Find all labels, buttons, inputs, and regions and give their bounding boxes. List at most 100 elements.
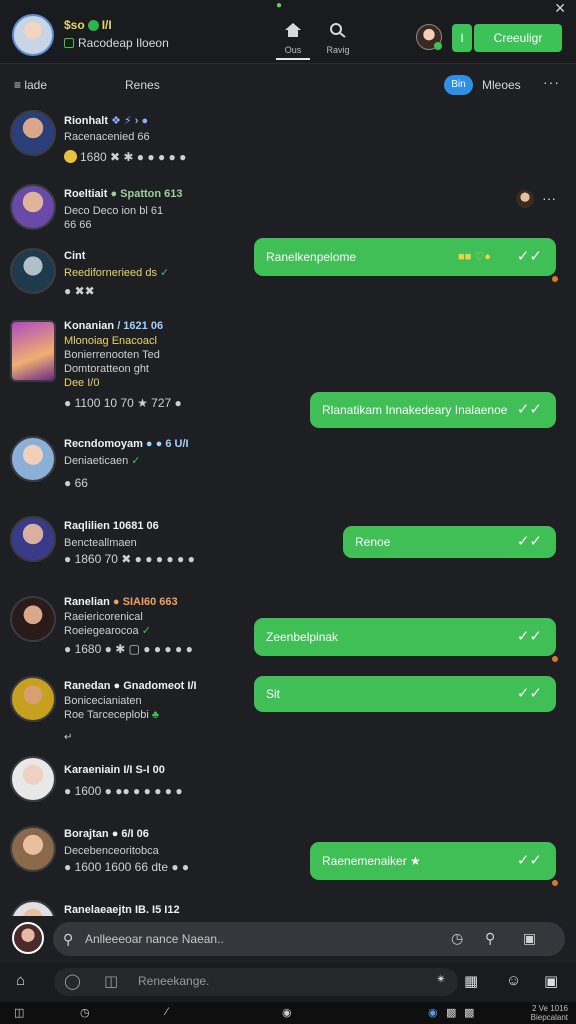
more-options-icon[interactable]: ··· <box>543 74 560 90</box>
app-icon[interactable]: ▩ <box>464 1006 474 1019</box>
avatar[interactable] <box>10 184 56 230</box>
profile-avatar[interactable] <box>12 14 54 56</box>
message-status-dot <box>552 880 558 886</box>
message-preview: Domtoratteon ght <box>64 363 149 375</box>
gif-icon[interactable]: ◫ <box>104 972 118 990</box>
globe-icon[interactable]: ◉ <box>428 1006 438 1019</box>
message-text: Ranelkenpelome <box>266 250 357 264</box>
search-placeholder: Anlleeeoar nance Naean.. <box>85 932 224 946</box>
reactions-row[interactable]: ● 1860 70 ✖ ● ● ● ● ● ● <box>64 552 195 566</box>
reactions-row[interactable]: ↵ <box>64 732 72 743</box>
reactions-row[interactable]: ● 1600 ● ●● ● ● ● ● ● <box>64 784 183 798</box>
search-icon: ⚲ <box>63 931 74 947</box>
list-item[interactable]: Recndomoyam ● ● 6 U/I Deniaeticaen ✓ ● 6… <box>0 436 576 506</box>
create-button[interactable]: Creeuligr <box>474 24 562 52</box>
list-item[interactable]: Ranelaeaejtn IB. I5 I12 <box>0 900 576 916</box>
small-action-button[interactable]: I <box>452 24 472 52</box>
search-input[interactable]: ⚲ Anlleeeoar nance Naean.. ◷ ⚲ ▣ <box>53 922 565 956</box>
outgoing-message[interactable]: Rlanatikam Innakedeary Inalaenoe ✓✓ <box>310 392 556 428</box>
message-status-dot <box>552 656 558 662</box>
filter-pill[interactable]: Bin <box>444 75 473 95</box>
close-icon[interactable]: ✕ <box>554 0 566 17</box>
reactions-text: 1680 ✖ ✱ ● ● ● ● ● <box>80 150 187 164</box>
reactions-row[interactable]: ● ✖✖ <box>64 284 95 298</box>
avatar[interactable] <box>10 248 56 294</box>
sender-name: Roeltiait ● Spatton 613 <box>64 188 183 200</box>
outgoing-message[interactable]: Ranelkenpelome ■■ ♡● ✓✓ <box>254 238 558 282</box>
clock-icon[interactable]: ◷ <box>451 930 463 947</box>
message-preview: Reedifornerieed ds ✓ <box>64 267 170 279</box>
outgoing-message[interactable]: Zeenbelpinak ✓✓ <box>254 618 558 662</box>
outgoing-message[interactable]: Sit ✓✓ <box>254 676 556 712</box>
profile-status: Racodeap Iloeon <box>64 36 169 50</box>
message-preview: Roe Tarceceplobi ♣ <box>64 709 160 721</box>
tab-home[interactable]: Ous <box>276 22 310 60</box>
camera-icon[interactable]: ▣ <box>544 972 558 990</box>
search-icon <box>330 23 346 38</box>
avatar[interactable] <box>10 110 56 156</box>
tab-search[interactable]: Ravig <box>322 22 354 60</box>
pen-icon[interactable]: ⁄ <box>166 1006 168 1018</box>
outgoing-message[interactable]: Raenemenaiker ★ ✓✓ <box>310 842 558 886</box>
tab-home-label: Ous <box>284 45 302 55</box>
sender-name: Raqlilien 10681 06 <box>64 520 159 532</box>
tab-search-label: Ravig <box>326 45 350 55</box>
sender-name: Ranelian ● SIAI60 663 <box>64 596 178 608</box>
window-icon[interactable]: ◫ <box>14 1006 24 1019</box>
filter-option[interactable]: Mleoes <box>482 78 521 92</box>
avatar[interactable] <box>10 436 56 482</box>
contact-avatar[interactable] <box>516 190 534 208</box>
avatar[interactable] <box>10 900 56 916</box>
list-item[interactable]: Rionhalt ❖ ⚡ › ● Racenacenied 66 1680 ✖ … <box>0 110 576 180</box>
message-feed[interactable]: Rionhalt ❖ ⚡ › ● Racenacenied 66 1680 ✖ … <box>0 104 576 916</box>
online-indicator <box>434 42 442 50</box>
reactions-row[interactable]: ● 1680 ● ✱ ▢ ● ● ● ● ● <box>64 642 193 656</box>
zoom-icon[interactable]: ⚲ <box>485 930 495 947</box>
sender-name: Recndomoyam ● ● 6 U/I <box>64 438 189 450</box>
record-icon[interactable]: ◉ <box>282 1006 292 1019</box>
message-preview: Racenacenied 66 <box>64 131 150 143</box>
more-options-icon[interactable]: ··· <box>542 190 556 206</box>
window-icon[interactable]: ▣ <box>523 930 536 947</box>
message-placeholder: Reneekange. <box>138 974 210 988</box>
attach-icon[interactable]: ◯ <box>64 972 81 990</box>
avatar[interactable] <box>10 676 56 722</box>
message-text: Sit <box>266 687 281 701</box>
app-icon[interactable]: ▩ <box>446 1006 456 1019</box>
read-receipt-icon: ✓✓ <box>516 401 542 418</box>
sender-name: Konanian / 1621 06 <box>64 320 164 332</box>
message-preview: Roeiegearocoa ✓ <box>64 625 151 637</box>
message-preview: Deco Deco ion bl 61 66 66 <box>64 205 164 231</box>
message-preview: Deniaeticaen ✓ <box>64 455 141 467</box>
avatar[interactable] <box>10 320 56 382</box>
menu-button[interactable]: ≡ lade <box>14 78 47 92</box>
sender-name: Cint <box>64 250 86 262</box>
message-preview: Bencteallmaen <box>64 537 137 549</box>
filter-label[interactable]: Renes <box>125 78 160 92</box>
reactions-row[interactable]: ● 1600 1600 66 dte ● ● <box>64 860 189 874</box>
list-item[interactable]: Karaeniain I/I S-I 00 ● 1600 ● ●● ● ● ● … <box>0 756 576 816</box>
sticker-icon[interactable]: ☺ <box>506 972 521 989</box>
message-text: Renoe <box>355 535 391 549</box>
avatar[interactable] <box>12 922 44 954</box>
avatar[interactable] <box>10 516 56 562</box>
avatar[interactable] <box>10 596 56 642</box>
avatar[interactable] <box>10 826 56 872</box>
home-icon[interactable]: ⌂ <box>16 972 25 989</box>
reactions-row[interactable]: ● 1100 10 70 ★ 727 ● <box>64 396 182 410</box>
message-preview: Bonicecianiaten <box>64 695 142 707</box>
list-item[interactable]: Roeltiait ● Spatton 613 Deco Deco ion bl… <box>0 184 576 244</box>
avatar[interactable] <box>10 756 56 802</box>
reactions-row[interactable]: 1680 ✖ ✱ ● ● ● ● ● <box>64 150 186 164</box>
outgoing-message[interactable]: Renoe ✓✓ <box>343 526 556 558</box>
emoji-icon[interactable]: ✴ <box>436 972 446 986</box>
reactions-row[interactable]: ● 66 <box>64 476 88 490</box>
message-preview: Raeiericorenical <box>64 611 143 623</box>
clock-icon[interactable]: ◷ <box>80 1006 90 1019</box>
image-icon[interactable]: ▦ <box>464 972 478 990</box>
message-attachments: ■■ ♡● <box>458 251 491 263</box>
message-preview: Bonierrenooten Ted <box>64 349 160 361</box>
verified-badge-icon <box>87 20 99 31</box>
sender-name: Karaeniain I/I S-I 00 <box>64 764 165 776</box>
profile-name: $so I/I <box>64 18 112 32</box>
